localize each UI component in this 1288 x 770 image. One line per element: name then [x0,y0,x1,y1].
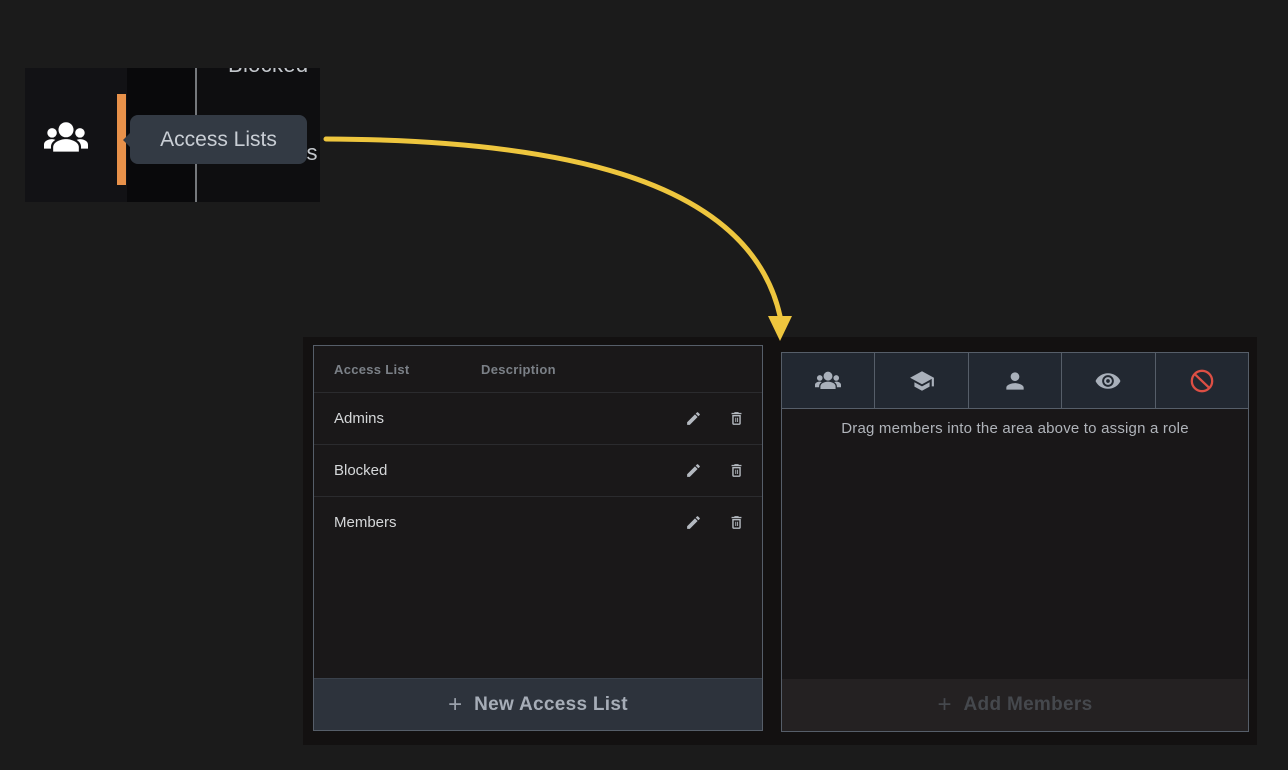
delete-icon[interactable] [728,514,745,531]
column-header-access-list: Access List [334,362,481,377]
partial-list-item-blocked: Blocked [228,68,308,78]
members-empty-area [782,437,1248,679]
role-cell-admins[interactable] [782,353,875,409]
eye-icon [1095,368,1121,394]
table-row-members[interactable]: Members [314,496,762,548]
edit-icon[interactable] [685,410,702,427]
edit-icon[interactable] [685,514,702,531]
plus-icon: + [938,693,952,717]
panels-container: Access List Description Admins Blocked M… [303,337,1257,745]
members-panel: Drag members into the area above to assi… [781,352,1249,732]
add-members-label: Add Members [964,694,1093,716]
role-cell-blocked[interactable] [1156,353,1248,409]
delete-icon[interactable] [728,410,745,427]
new-access-list-label: New Access List [474,694,628,716]
role-cell-members[interactable] [969,353,1062,409]
table-empty-area [314,548,762,678]
access-list-name: Blocked [334,462,481,479]
table-row-blocked[interactable]: Blocked [314,444,762,496]
role-cell-moderators[interactable] [875,353,968,409]
role-cell-viewers[interactable] [1062,353,1155,409]
table-header: Access List Description [314,346,762,392]
access-list-name: Members [334,514,481,531]
access-lists-tooltip: Access Lists [130,115,307,164]
people-group-icon[interactable] [44,119,88,157]
role-drop-row [782,353,1248,409]
drop-hint-text: Drag members into the area above to assi… [782,420,1248,437]
tooltip-label: Access Lists [160,128,277,152]
column-header-description: Description [481,362,556,377]
blocked-icon [1189,368,1215,394]
edit-icon[interactable] [685,462,702,479]
delete-icon[interactable] [728,462,745,479]
graduation-cap-icon [909,368,935,394]
table-row-admins[interactable]: Admins [314,392,762,444]
tooltip-caret [123,132,131,148]
plus-icon: + [448,693,462,717]
row-actions [685,462,745,479]
add-members-button[interactable]: + Add Members [782,679,1248,731]
access-lists-panel: Access List Description Admins Blocked M… [313,345,763,731]
person-icon [1002,368,1028,394]
people-group-icon [815,368,841,394]
row-actions [685,410,745,427]
row-actions [685,514,745,531]
new-access-list-button[interactable]: + New Access List [314,678,762,730]
access-list-name: Admins [334,410,481,427]
